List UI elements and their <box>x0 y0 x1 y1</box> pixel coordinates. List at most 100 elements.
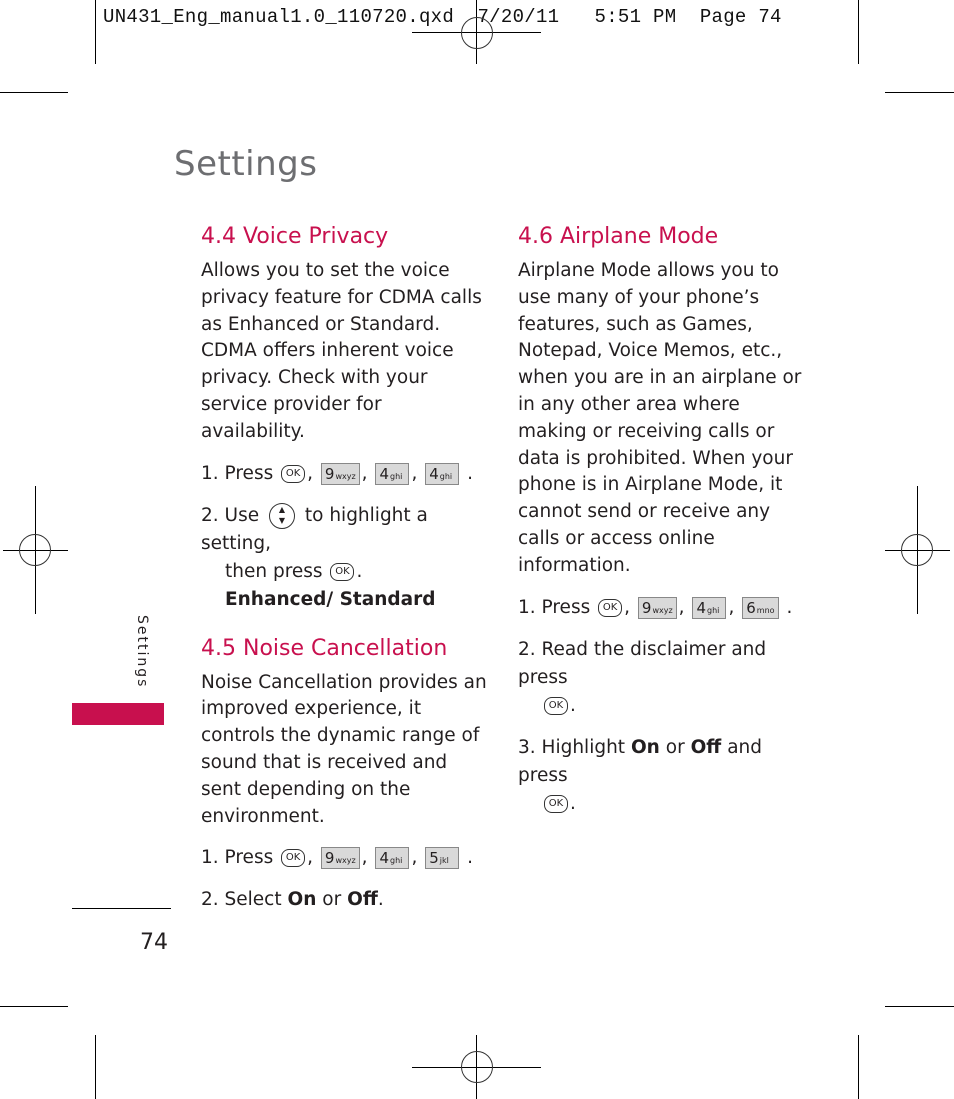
crop-mark <box>0 1006 68 1007</box>
section-noise-cancellation: 4.5 Noise Cancellation Noise Cancellatio… <box>201 636 491 915</box>
step-text: 3. Highlight <box>518 736 626 758</box>
crop-mark <box>885 1006 954 1007</box>
punct: , <box>307 462 314 484</box>
crop-mark <box>0 92 68 93</box>
crop-mark <box>858 0 859 64</box>
slug-page: Page 74 <box>699 6 782 28</box>
crop-mark <box>885 92 954 93</box>
ok-key-icon: OK <box>598 598 623 617</box>
slug-filename: UN431_Eng_manual1.0_110720.qxd <box>103 6 455 28</box>
key-letters: wxyz <box>335 856 356 866</box>
page-number: 74 <box>140 930 168 955</box>
key-9-icon: 9wxyz <box>637 596 677 619</box>
ok-key-icon: OK <box>544 696 568 715</box>
step-text: 1. Press <box>201 462 274 484</box>
step-2: 2. Use ▲ ▼ to highlight a setting, then p… <box>201 502 491 614</box>
punct: , <box>361 847 368 869</box>
option-on: On <box>287 889 317 911</box>
section-airplane-mode: 4.6 Airplane Mode Airplane Mode allows y… <box>518 224 808 818</box>
key-letters: ghi <box>390 856 403 866</box>
step-text: 2. Select <box>201 889 282 911</box>
step-text: 2. Use <box>201 504 260 526</box>
punct: , <box>624 596 631 618</box>
punct: . <box>377 889 384 911</box>
punct: . <box>356 560 363 582</box>
key-digit: 9 <box>324 464 335 483</box>
step-3: 3. Highlight On or Off and press OK. <box>518 734 808 818</box>
step-1: 1. Press OK, 9wxyz, 4ghi, 6mno . <box>518 594 808 622</box>
crop-mark <box>95 1035 96 1099</box>
key-letters: wxyz <box>652 605 673 615</box>
key-letters: ghi <box>439 471 453 481</box>
punct: , <box>728 596 735 618</box>
section-heading: 4.6 Airplane Mode <box>518 224 719 249</box>
key-digit: 5 <box>429 849 439 868</box>
step-text: 1. Press <box>201 847 274 869</box>
key-digit: 4 <box>696 598 706 617</box>
side-tab-bar <box>72 703 164 725</box>
crop-mark <box>858 1035 859 1099</box>
step-2: 2. Select On or Off. <box>201 886 491 914</box>
side-tab-label: Settings <box>134 615 150 689</box>
key-4-icon: 4ghi <box>425 462 460 485</box>
key-digit: 9 <box>641 598 652 617</box>
step-options: Enhanced/ Standard <box>225 588 436 610</box>
punct: , <box>361 462 368 484</box>
punct: , <box>411 462 418 484</box>
option-off: Off <box>347 889 378 911</box>
ok-key-icon: OK <box>281 849 306 868</box>
step-1: 1. Press OK, 9wxyz, 4ghi, 4ghi . <box>201 460 491 488</box>
ok-key-icon: OK <box>544 794 568 813</box>
punct: . <box>467 462 474 484</box>
step-text: or <box>665 736 685 758</box>
right-column: 4.6 Airplane Mode Airplane Mode allows y… <box>518 224 808 818</box>
step-text: or <box>322 889 342 911</box>
step-text: 2. Read the disclaimer and press <box>518 638 767 688</box>
step-1: 1. Press OK, 9wxyz, 4ghi, 5jkl . <box>201 844 491 872</box>
section-body: Allows you to set the voice privacy feat… <box>201 260 482 442</box>
key-digit: 6 <box>746 598 756 617</box>
slug-time: 5:51 PM <box>594 6 677 28</box>
punct: , <box>411 847 418 869</box>
punct: , <box>307 847 314 869</box>
option-off: Off <box>690 736 722 758</box>
key-4-icon: 4ghi <box>692 596 727 619</box>
left-column: 4.4 Voice Privacy Allows you to set the … <box>201 224 491 914</box>
key-letters: wxyz <box>335 471 356 481</box>
crop-mark <box>95 0 96 64</box>
ok-key-icon: OK <box>281 464 306 483</box>
option-on: On <box>630 736 660 758</box>
ok-key-icon: OK <box>330 562 355 581</box>
section-body: Noise Cancellation provides an improved … <box>201 671 487 827</box>
key-letters: mno <box>756 605 775 615</box>
punct: . <box>786 596 793 618</box>
section-heading: 4.4 Voice Privacy <box>201 224 389 249</box>
punct: . <box>570 792 576 814</box>
key-digit: 4 <box>429 464 439 483</box>
key-6-icon: 6mno <box>742 596 779 619</box>
section-voice-privacy: 4.4 Voice Privacy Allows you to set the … <box>201 224 491 614</box>
section-heading: 4.5 Noise Cancellation <box>201 635 448 661</box>
nav-up-down-key-icon: ▲ ▼ <box>268 502 295 529</box>
key-9-icon: 9wxyz <box>320 462 360 485</box>
page-title: Settings <box>174 144 318 184</box>
punct: . <box>570 694 576 716</box>
punct: . <box>467 847 474 869</box>
step-text: then press <box>225 560 323 582</box>
key-digit: 9 <box>324 849 335 868</box>
key-5-icon: 5jkl <box>425 847 460 870</box>
key-letters: jkl <box>439 856 449 866</box>
key-digit: 4 <box>379 849 389 868</box>
key-letters: ghi <box>390 471 403 481</box>
key-letters: ghi <box>707 605 720 615</box>
key-9-icon: 9wxyz <box>320 847 360 870</box>
key-4-icon: 4ghi <box>375 462 410 485</box>
step-text: 1. Press <box>518 596 591 618</box>
print-slug: UN431_Eng_manual1.0_110720.qxd 7/20/11 5… <box>103 6 782 28</box>
key-digit: 4 <box>379 464 389 483</box>
key-4-icon: 4ghi <box>375 847 410 870</box>
step-2: 2. Read the disclaimer and press OK. <box>518 636 808 720</box>
section-body: Airplane Mode allows you to use many of … <box>518 260 802 576</box>
footer-rule <box>72 908 171 909</box>
punct: , <box>678 596 685 618</box>
